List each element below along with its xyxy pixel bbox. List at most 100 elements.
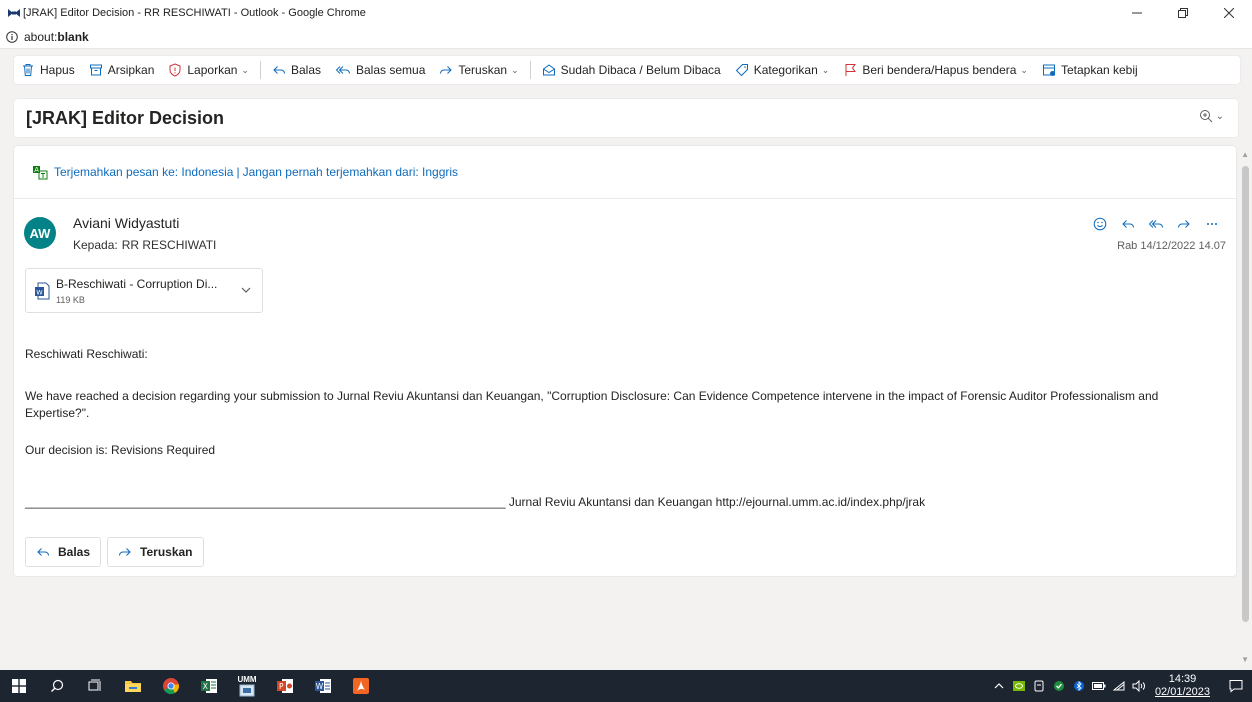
chrome-icon	[163, 678, 180, 694]
translate-link[interactable]: Terjemahkan pesan ke: Indonesia	[54, 165, 233, 179]
chevron-down-icon[interactable]: ⌄	[241, 65, 249, 76]
emoji-reaction-button[interactable]	[1086, 214, 1114, 234]
windows-start-button[interactable]	[0, 670, 38, 702]
zoom-button[interactable]: ⌄	[1199, 109, 1224, 123]
outlook-app-icon	[7, 8, 21, 18]
svg-text:P: P	[279, 682, 284, 691]
device-icon[interactable]	[1029, 680, 1049, 692]
chevron-down-icon[interactable]	[240, 283, 252, 301]
calendar-policy-icon	[1042, 64, 1055, 76]
powerpoint-icon: P	[277, 679, 293, 693]
delete-button[interactable]: Hapus	[14, 56, 82, 84]
search-button[interactable]	[38, 670, 76, 702]
reply-bottom-button[interactable]: Balas	[25, 537, 102, 567]
word-doc-icon: W	[34, 282, 50, 305]
minimize-button[interactable]	[1114, 0, 1160, 26]
restore-button[interactable]	[1160, 0, 1206, 26]
message-actions	[1086, 214, 1226, 234]
more-actions-button[interactable]	[1198, 214, 1226, 234]
chrome-button[interactable]	[152, 670, 190, 702]
toolbar-divider	[259, 61, 261, 79]
decision-paragraph: We have reached a decision regarding you…	[25, 389, 1159, 420]
reply-icon	[273, 66, 285, 74]
recipient-name[interactable]: RR RESCHIWATI	[122, 238, 217, 252]
bluetooth-icon[interactable]	[1069, 680, 1089, 692]
volume-icon[interactable]	[1129, 680, 1149, 692]
forward-icon	[119, 548, 131, 556]
attachment-card[interactable]: W B-Reschiwati - Corruption Di... 119 KB	[25, 268, 263, 313]
excel-button[interactable]: X	[190, 670, 228, 702]
never-translate-link[interactable]: Jangan pernah terjemahkan dari: Inggris	[243, 165, 458, 179]
svg-text:W: W	[316, 682, 324, 691]
notification-icon[interactable]	[1220, 679, 1252, 693]
attachment-size: 119 KB	[56, 295, 85, 305]
reply-action-button[interactable]	[1114, 214, 1142, 234]
url-prefix: about:	[24, 30, 58, 44]
task-view-button[interactable]	[76, 670, 114, 702]
scroll-up-arrow[interactable]: ▲	[1241, 150, 1249, 159]
chevron-down-icon[interactable]: ⌄	[1020, 65, 1028, 76]
security-icon[interactable]	[1049, 680, 1069, 692]
battery-icon[interactable]	[1089, 682, 1109, 690]
reply-all-icon	[1148, 220, 1163, 228]
delete-label: Hapus	[40, 63, 75, 77]
info-icon[interactable]	[6, 31, 18, 43]
archive-icon	[89, 64, 102, 76]
file-explorer-button[interactable]	[114, 670, 152, 702]
svg-text:W: W	[36, 288, 43, 296]
policy-button[interactable]: Tetapkan kebij	[1035, 56, 1145, 84]
to-label: Kepada:	[73, 238, 118, 252]
word-icon: W	[315, 679, 331, 693]
clock-time: 14:39	[1168, 673, 1197, 685]
reply-icon	[37, 548, 49, 556]
sender-avatar[interactable]: AW	[24, 217, 56, 249]
report-label: Laporkan	[187, 63, 238, 77]
reply-all-action-button[interactable]	[1142, 214, 1170, 234]
categorize-label: Kategorikan	[753, 63, 818, 77]
read-unread-button[interactable]: Sudah Dibaca / Belum Dibaca	[535, 56, 728, 84]
wifi-icon[interactable]	[1109, 681, 1129, 691]
window-title: [JRAK] Editor Decision - RR RESCHIWATI -…	[23, 7, 366, 19]
forward-bottom-button[interactable]: Teruskan	[107, 537, 204, 567]
windows-taskbar: X UMM P W 14:39 02/01/2023	[0, 670, 1252, 702]
forward-action-button[interactable]	[1170, 214, 1198, 234]
browser-title-bar: [JRAK] Editor Decision - RR RESCHIWATI -…	[0, 0, 1252, 26]
reply-bottom-label: Balas	[58, 545, 91, 559]
sender-name[interactable]: Aviani Widyastuti	[73, 215, 179, 231]
archive-button[interactable]: Arsipkan	[82, 56, 162, 84]
reply-buttons: Balas Teruskan	[25, 537, 210, 567]
forward-button[interactable]: Teruskan ⌄	[432, 56, 525, 84]
decision-text: Our decision is: Revisions Required	[25, 443, 216, 457]
umm-app-button[interactable]: UMM	[228, 670, 266, 702]
scrollbar-thumb[interactable]	[1242, 166, 1249, 622]
powerpoint-button[interactable]: P	[266, 670, 304, 702]
pdf-app-button[interactable]	[342, 670, 380, 702]
report-button[interactable]: Laporkan ⌄	[161, 56, 256, 84]
translation-bar: A Terjemahkan pesan ke: Indonesia | Jang…	[14, 146, 1236, 199]
shield-warning-icon	[169, 63, 181, 77]
zoom-in-icon	[1199, 110, 1212, 123]
flag-label: Beri bendera/Hapus bendera	[862, 63, 1017, 77]
nvidia-icon[interactable]	[1009, 681, 1029, 691]
url-host: blank	[57, 30, 89, 44]
pdf-icon	[353, 678, 369, 694]
chevron-down-icon[interactable]: ⌄	[511, 65, 519, 76]
close-window-button[interactable]	[1206, 0, 1252, 26]
chevron-down-icon[interactable]: ⌄	[822, 65, 830, 76]
email-subject: [JRAK] Editor Decision	[26, 107, 225, 128]
system-clock[interactable]: 14:39 02/01/2023	[1155, 673, 1210, 699]
word-button[interactable]: W	[304, 670, 342, 702]
flag-button[interactable]: Beri bendera/Hapus bendera ⌄	[836, 56, 1035, 84]
read-unread-label: Sudah Dibaca / Belum Dibaca	[560, 63, 721, 77]
scroll-down-arrow[interactable]: ▼	[1241, 655, 1249, 664]
chevron-up-icon[interactable]	[989, 682, 1009, 690]
address-bar[interactable]: about:blank	[0, 26, 1252, 49]
reply-all-button[interactable]: Balas semua	[328, 56, 432, 84]
greeting-text: Reschiwati Reschiwati:	[25, 347, 148, 361]
smiley-icon	[1093, 217, 1107, 231]
url-text[interactable]: about:blank	[24, 30, 89, 44]
categorize-button[interactable]: Kategorikan ⌄	[728, 56, 837, 84]
reply-button[interactable]: Balas	[265, 56, 328, 84]
ellipsis-icon	[1207, 223, 1217, 225]
windows-logo-icon	[12, 679, 26, 693]
